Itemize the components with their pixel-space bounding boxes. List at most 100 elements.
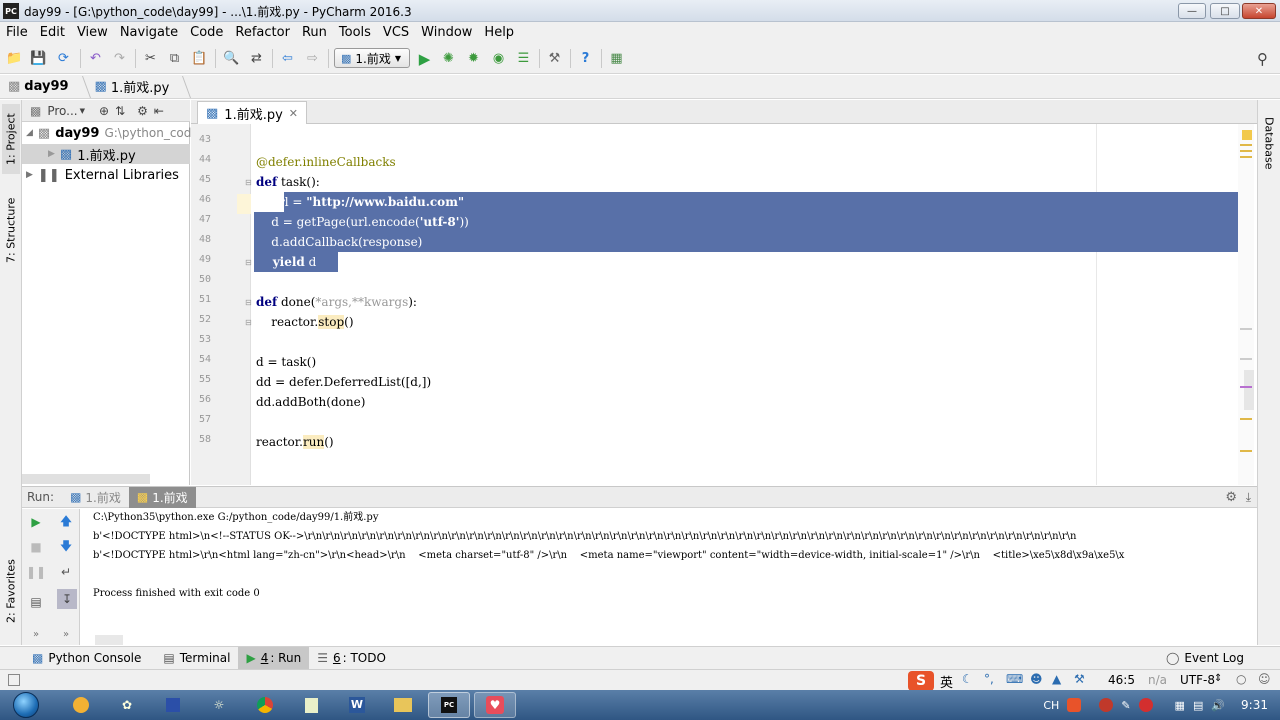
taskbar-app-icon[interactable] xyxy=(152,692,194,718)
taskbar-app-icon[interactable]: ☼ xyxy=(198,692,240,718)
gear-icon[interactable]: ⚙ xyxy=(137,104,148,118)
tab-favorites[interactable]: 2: Favorites xyxy=(2,552,20,630)
search-everywhere-icon[interactable]: ⚲ xyxy=(1254,50,1271,68)
rerun-icon[interactable]: ▶ xyxy=(27,513,45,531)
taskbar-app-icon[interactable] xyxy=(60,692,102,718)
collapse-icon[interactable]: ⇅ xyxy=(115,104,125,118)
menu-tools[interactable]: Tools xyxy=(333,25,377,40)
breadcrumb-file[interactable]: ▩ 1.前戏.py xyxy=(95,77,180,96)
copy-icon[interactable]: ⧉ xyxy=(166,50,183,67)
settings-wrench-icon[interactable]: ⚒ xyxy=(546,50,563,67)
fold-icon[interactable]: ⊟ xyxy=(245,318,252,327)
tab-event-log[interactable]: ◯ Event Log xyxy=(1158,647,1252,669)
python-console-toolbar-icon[interactable]: ▦ xyxy=(608,50,625,67)
notepad-icon[interactable] xyxy=(290,692,332,718)
file-encoding[interactable]: UTF-8 xyxy=(1180,673,1215,687)
word-icon[interactable]: W xyxy=(336,692,378,718)
maximize-button[interactable]: □ xyxy=(1210,3,1240,19)
taskbar-app-icon[interactable]: ♥ xyxy=(474,692,516,718)
run-config-select[interactable]: ▩ 1.前戏 ▼ xyxy=(334,48,410,68)
code-editor[interactable]: @defer.inlineCallbacks def task(): url =… xyxy=(252,124,1254,485)
horizontal-scrollbar[interactable] xyxy=(22,474,150,484)
tab-terminal[interactable]: ▤ Terminal xyxy=(155,647,238,669)
caret-position[interactable]: 46:5 xyxy=(1108,673,1135,687)
clock[interactable]: 9:31 xyxy=(1241,698,1268,712)
run-icon[interactable]: ▶ xyxy=(416,50,433,68)
tab-todo[interactable]: ☰ 6: TODO xyxy=(309,647,394,669)
paste-icon[interactable]: 📋 xyxy=(191,50,208,67)
editor-tab-file[interactable]: ▩ 1.前戏.py ✕ xyxy=(197,101,307,124)
save-icon[interactable]: 💾 xyxy=(30,50,47,67)
console-scrollbar[interactable] xyxy=(95,635,123,645)
find-icon[interactable]: 🔍 xyxy=(223,50,240,67)
taskbar-app-icon[interactable]: ✿ xyxy=(106,692,148,718)
pycharm-taskbar-icon[interactable]: PC xyxy=(428,692,470,718)
hide-panel-icon[interactable]: ⤓ xyxy=(1246,490,1251,505)
restore-layout-icon[interactable]: ▤ xyxy=(27,593,45,611)
user-icon[interactable]: ☻ xyxy=(1030,672,1043,686)
tray-icon[interactable]: ▦ xyxy=(1175,699,1185,712)
debug-icon[interactable]: ✺ xyxy=(440,50,457,67)
back-icon[interactable]: ⇦ xyxy=(279,50,296,67)
tree-item-root[interactable]: ◢ ▩ day99 G:\python_cod xyxy=(26,123,191,143)
language-indicator[interactable]: CH xyxy=(1043,699,1059,712)
tool-windows-icon[interactable] xyxy=(8,674,20,686)
start-button[interactable] xyxy=(6,691,46,719)
console-output[interactable]: C:\Python35\python.exe G:/python_code/da… xyxy=(81,509,1255,645)
coverage-icon[interactable]: ✹ xyxy=(465,50,482,67)
line-separator[interactable]: n/a xyxy=(1148,673,1167,687)
redo-icon[interactable]: ↷ xyxy=(111,50,128,67)
tab-structure[interactable]: 7: Structure xyxy=(2,190,20,270)
menu-help[interactable]: Help xyxy=(478,25,520,40)
run-tab-2[interactable]: ▩ 1.前戏 xyxy=(128,486,196,508)
help-icon[interactable]: ? xyxy=(577,50,594,67)
volume-icon[interactable]: 🔊 xyxy=(1211,699,1225,712)
target-icon[interactable]: ⊕ xyxy=(99,104,109,118)
cut-icon[interactable]: ✂ xyxy=(142,50,159,67)
minimize-button[interactable]: — xyxy=(1178,3,1206,19)
keyboard-icon[interactable]: ⌨ xyxy=(1006,672,1023,686)
replace-icon[interactable]: ⇄ xyxy=(248,50,265,67)
hide-panel-icon[interactable]: ⇤ xyxy=(154,104,164,118)
tree-item-external-libraries[interactable]: ▶ ❚❚ External Libraries xyxy=(26,165,179,185)
sogou-ime-icon[interactable]: S xyxy=(908,671,934,691)
tree-item-file[interactable]: ▶ ▩ 1.前戏.py xyxy=(22,144,190,164)
wrench-icon[interactable]: ⚒ xyxy=(1074,672,1085,686)
warning-indicator-icon[interactable] xyxy=(1242,130,1252,140)
tab-database[interactable]: Database xyxy=(1260,108,1278,178)
inspector-icon[interactable]: ☺ xyxy=(1258,672,1271,686)
fold-icon[interactable]: ⊟ xyxy=(245,258,252,267)
menu-file[interactable]: File xyxy=(0,25,34,40)
undo-icon[interactable]: ↶ xyxy=(87,50,104,67)
explorer-icon[interactable] xyxy=(382,692,424,718)
up-arrow-icon[interactable]: 🡅 xyxy=(57,513,75,531)
breadcrumb-project[interactable]: ▩ day99 xyxy=(8,79,79,94)
close-tab-icon[interactable]: ✕ xyxy=(289,107,298,120)
gear-icon[interactable]: ⚙ xyxy=(1225,490,1237,505)
close-button[interactable]: ✕ xyxy=(1242,3,1276,19)
menu-refactor[interactable]: Refactor xyxy=(229,25,296,40)
menu-code[interactable]: Code xyxy=(184,25,229,40)
menu-window[interactable]: Window xyxy=(415,25,478,40)
chrome-icon[interactable] xyxy=(244,692,286,718)
fold-icon[interactable]: ⊟ xyxy=(245,298,252,307)
profile-icon[interactable]: ◉ xyxy=(490,50,507,67)
stop-icon[interactable]: ■ xyxy=(27,538,45,556)
concurrency-icon[interactable]: ☰ xyxy=(515,50,532,67)
tray-icon[interactable] xyxy=(1138,698,1153,712)
menu-edit[interactable]: Edit xyxy=(34,25,71,40)
menu-view[interactable]: View xyxy=(71,25,114,40)
ime-mode[interactable]: 英 xyxy=(940,672,953,691)
sogou-tray-icon[interactable] xyxy=(1067,698,1082,712)
sync-icon[interactable]: ⟳ xyxy=(55,50,72,67)
tray-icon[interactable]: ✎ xyxy=(1121,699,1130,712)
menu-vcs[interactable]: VCS xyxy=(377,25,415,40)
run-tab-1[interactable]: ▩ 1.前戏 xyxy=(62,487,129,508)
open-folder-icon[interactable]: 📁 xyxy=(6,50,23,67)
soft-wrap-icon[interactable]: ↵ xyxy=(57,563,75,581)
fold-icon[interactable]: ⊟ xyxy=(245,178,252,187)
forward-icon[interactable]: ⇨ xyxy=(304,50,321,67)
project-view-select[interactable]: Pro... xyxy=(47,104,77,118)
tab-project[interactable]: 1: Project xyxy=(2,104,20,174)
tab-python-console[interactable]: ▩ Python Console xyxy=(24,647,149,669)
